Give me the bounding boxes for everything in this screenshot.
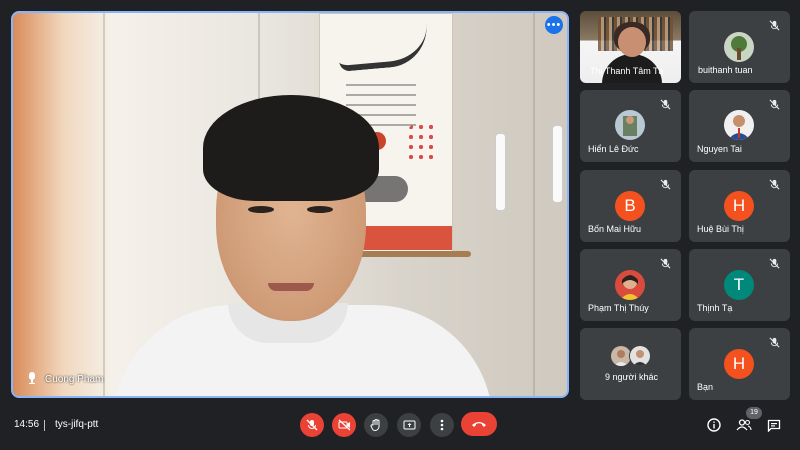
participant-tile[interactable]: Hiển Lê Đức [580,90,681,162]
avatar-letter: T [733,275,745,294]
mic-off-icon [769,335,780,348]
participant-tile[interactable]: Thị Thanh Tâm Tạ [580,11,681,83]
participant-tile[interactable]: T Thịnh Tạ [689,249,790,321]
person-eye [248,206,274,213]
meeting-code: tys-jifq-ptt [55,419,99,430]
present-screen-button[interactable] [397,413,421,437]
participant-face [618,27,646,57]
toggle-mic-button[interactable] [300,413,324,437]
raise-hand-button[interactable] [364,413,388,437]
mic-off-icon [769,97,780,110]
cabinet-handle [552,125,563,203]
person-hair [203,95,379,201]
participant-avatar [724,110,754,140]
participant-name: Nguyen Tai [697,144,742,154]
more-vert-icon [440,419,444,431]
avatar-letter: H [732,196,746,215]
participant-avatar: B [615,191,645,221]
participant-name: Huệ Bùi Thị [697,224,744,234]
divider [44,420,45,431]
present-icon [403,420,415,429]
participant-name: Thị Thanh Tâm Tạ [590,66,664,76]
hand-icon [370,418,380,431]
person-eye [307,206,333,213]
wall-panel-line [533,13,535,396]
avatar-letter: H [732,354,746,373]
toggle-camera-button[interactable] [332,413,356,437]
mic-off-icon [769,18,780,31]
participant-tile-others[interactable]: 9 người khác [580,328,681,400]
avatar-letter: B [624,196,636,215]
meeting-controls-bar: 14:56 tys-jifq-ptt 19 [0,400,800,450]
wall-panel-line [103,13,105,396]
more-horiz-icon: ••• [546,18,562,31]
participant-avatar: H [724,349,754,379]
people-icon [736,419,752,431]
mic-off-icon [769,177,780,190]
participant-avatar: H [724,191,754,221]
leave-call-button[interactable] [461,412,497,436]
tile-more-options-button[interactable]: ••• [545,16,563,34]
participant-tile[interactable]: Phạm Thị Thúy [580,249,681,321]
mic-off-icon [660,256,671,269]
participant-name: Thịnh Tạ [697,303,733,313]
participant-name: Bốn Mai Hữu [588,224,642,234]
camera-off-icon [338,419,350,431]
mic-off-icon [769,256,780,269]
main-speaker-name: Cuong Pham [45,374,104,385]
meeting-info-button[interactable] [704,415,724,435]
mic-off-icon [306,419,318,431]
self-tile[interactable]: H Bạn [689,328,790,400]
call-end-icon [472,422,486,427]
scroll-calligraphy [336,18,430,72]
cabinet-handle [495,133,506,211]
meeting-time: 14:56 [14,419,40,430]
chat-icon [767,419,781,432]
mic-off-icon [660,177,671,190]
speaking-indicator-icon [27,372,37,387]
main-speaker-label: Cuong Pham [27,372,103,387]
participant-name: Hiển Lê Đức [588,144,639,154]
participant-avatar [724,32,754,62]
participant-count-badge: 19 [746,407,762,419]
participant-name: Bạn [697,382,714,392]
participant-tile[interactable]: H Huệ Bùi Thị [689,170,790,242]
participant-avatar [615,270,645,300]
info-icon [707,418,721,432]
participant-avatar [615,110,645,140]
others-label: 9 người khác [605,372,658,382]
participant-tile[interactable]: buithanh tuan [689,11,790,83]
chat-button[interactable] [764,415,784,435]
participant-avatar [629,345,651,367]
more-options-button[interactable] [430,413,454,437]
participant-name: Phạm Thị Thúy [588,303,649,313]
participant-tile[interactable]: B Bốn Mai Hữu [580,170,681,242]
participant-tile[interactable]: Nguyen Tai [689,90,790,162]
main-video-tile[interactable]: Cuong Pham ••• [11,11,569,398]
participant-name: buithanh tuan [698,65,753,75]
mic-off-icon [660,97,671,110]
scroll-blossom [406,122,438,164]
participant-avatar: T [724,270,754,300]
others-avatar-group [610,345,651,367]
person-mouth [268,283,314,291]
